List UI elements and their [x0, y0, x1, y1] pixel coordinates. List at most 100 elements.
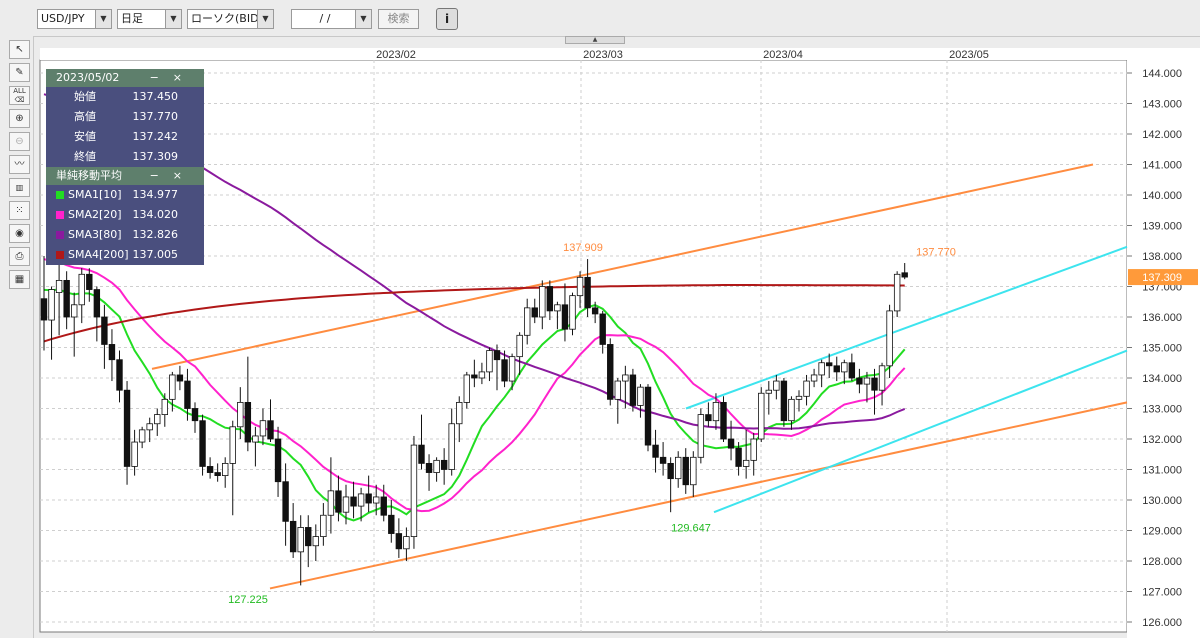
y-tick-label: 135.000 [1142, 343, 1182, 355]
sma4-value: 137.005 [132, 248, 179, 261]
candle-body [803, 380, 810, 397]
candle-body [667, 462, 674, 480]
candle-body [372, 496, 380, 504]
candle-body [206, 466, 214, 473]
candle-body [720, 401, 727, 440]
candle-body [629, 374, 637, 406]
candle-body [637, 386, 644, 406]
candle-body [101, 316, 108, 345]
candle-body [841, 362, 848, 373]
y-tick-label: 142.000 [1142, 129, 1182, 141]
candle-body [795, 395, 803, 400]
candle-body [199, 420, 206, 467]
candle-body [169, 374, 176, 400]
candle-body [554, 304, 561, 312]
candle-body [320, 514, 327, 538]
candle-body [780, 380, 788, 422]
candle-body [395, 533, 403, 550]
panel-controls[interactable]: −× [150, 167, 196, 185]
candle-body [237, 401, 244, 428]
candle-body [644, 386, 652, 446]
candle-body [456, 401, 463, 425]
sma2-swatch [56, 211, 64, 219]
candle-body [818, 362, 825, 376]
candle-body [705, 414, 712, 422]
candle-body [380, 496, 387, 516]
candle-body [161, 398, 168, 416]
candle-body [350, 496, 357, 507]
candle-body [425, 462, 433, 473]
candle-body [486, 350, 493, 373]
candle-body [878, 365, 886, 391]
candle-body [176, 374, 184, 382]
candle-body [591, 307, 599, 315]
ohlc-panel-header: 2023/05/02 −× [46, 69, 204, 87]
price-annotation: 129.647 [671, 522, 711, 534]
sma4-label: SMA4[200] [68, 248, 129, 261]
candle-body [727, 438, 735, 449]
candle-body [584, 276, 591, 309]
candle-body [191, 408, 199, 422]
candle-body [365, 493, 372, 504]
candle-body [448, 423, 455, 470]
candle-body [569, 295, 576, 330]
candle-body [659, 456, 667, 464]
candle-body [871, 377, 878, 391]
candle-body [735, 447, 742, 467]
sma-panel-header: 単純移動平均 −× [46, 167, 204, 185]
candle-body [93, 289, 101, 318]
candle-body [146, 423, 153, 431]
candle-body [267, 420, 274, 440]
candle-body [63, 279, 70, 318]
candle-body [108, 344, 116, 361]
candle-body [252, 435, 259, 443]
price-annotation: 137.909 [563, 242, 603, 254]
candle-body [335, 490, 342, 513]
candle-body [675, 456, 682, 480]
candle-body [682, 456, 689, 486]
candle-body [697, 414, 705, 458]
candle-body [758, 392, 765, 440]
candle-body [184, 380, 191, 409]
candle-body [221, 462, 229, 476]
y-tick-label: 138.000 [1142, 251, 1182, 263]
candle-body [244, 401, 252, 443]
candle-body [138, 429, 146, 443]
sma4-swatch [56, 251, 64, 259]
candle-body [403, 536, 410, 550]
candle-body [539, 286, 546, 318]
candle-body [282, 481, 289, 522]
candle-body [690, 456, 697, 486]
candle-body [229, 426, 236, 464]
y-tick-label: 128.000 [1142, 556, 1182, 568]
candle-body [826, 362, 833, 367]
candle-body [750, 438, 757, 461]
y-tick-label: 141.000 [1142, 160, 1182, 172]
candle-body [154, 414, 161, 425]
candle-body [524, 307, 531, 336]
candle-body [833, 365, 840, 373]
candle-body [607, 344, 614, 400]
candle-body [418, 444, 425, 464]
candle-body [901, 272, 908, 278]
candle-body [788, 398, 795, 422]
candle-body [289, 520, 297, 553]
candle-body [259, 420, 267, 437]
candle-body [116, 359, 123, 391]
candle-body [652, 444, 659, 458]
current-price-label: 137.309 [1142, 272, 1182, 284]
candle-body [297, 527, 304, 553]
candle-body [531, 307, 538, 318]
x-tick-label: 2023/05 [949, 49, 989, 61]
candle-body [327, 490, 335, 516]
open-label: 始値 [74, 90, 96, 103]
y-tick-label: 136.000 [1142, 312, 1182, 324]
high-label: 高値 [74, 110, 96, 123]
candle-body [765, 389, 772, 394]
panel-controls[interactable]: −× [150, 69, 196, 87]
y-tick-label: 129.000 [1142, 526, 1182, 538]
candle-body [508, 356, 516, 382]
candle-body [410, 444, 418, 538]
candle-body [546, 286, 554, 312]
sma2-label: SMA2[20] [68, 208, 122, 221]
